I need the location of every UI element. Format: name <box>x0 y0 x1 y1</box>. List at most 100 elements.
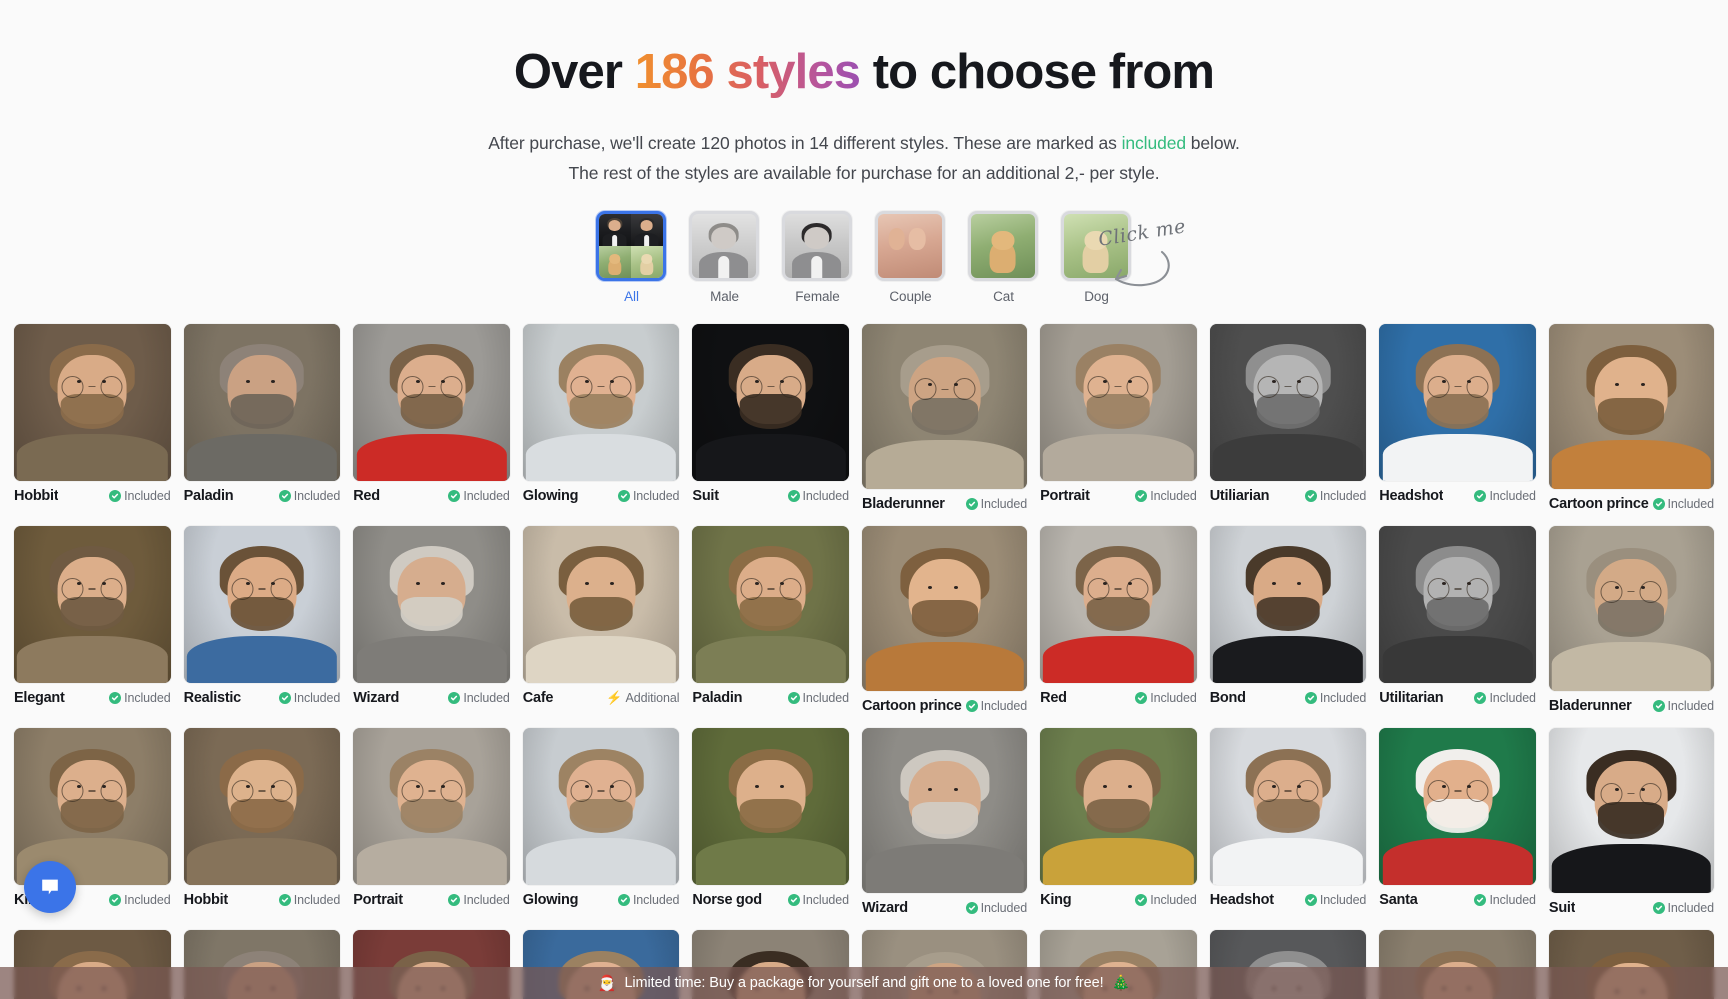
style-card-meta: Suit Included <box>1549 900 1714 916</box>
style-card[interactable]: Paladin Included <box>183 324 341 512</box>
included-badge: Included <box>448 690 510 705</box>
style-card[interactable]: Elegant Included <box>14 526 171 714</box>
style-card[interactable]: Utiliarian Included <box>1209 324 1366 512</box>
style-card[interactable]: Paladin Included <box>692 526 849 714</box>
lightning-bolt-icon: ⚡ <box>606 690 623 706</box>
style-card[interactable]: Red Included <box>353 324 510 512</box>
included-badge: Included <box>787 691 849 705</box>
check-circle-icon <box>109 691 122 704</box>
style-card-name: Glowing <box>522 891 579 908</box>
style-card-name: Bladerunner <box>1548 698 1632 715</box>
style-card-meta: Suit Included <box>692 488 849 504</box>
style-card-meta: Paladin Included <box>692 690 849 706</box>
style-card-meta: Cafe ⚡ Additional <box>523 690 680 706</box>
style-card-name: Suit <box>692 487 719 504</box>
style-card[interactable]: Red Included <box>1040 526 1197 714</box>
style-card-name: Wizard <box>353 689 400 706</box>
style-preview-image <box>1548 324 1714 490</box>
style-card[interactable]: Cartoon prince Included <box>862 526 1027 714</box>
subtitle-line-1-a: After purchase, we'll create 120 photos … <box>488 132 1122 153</box>
style-card-name: Wizard <box>862 900 908 917</box>
included-badge: Included <box>1474 488 1536 503</box>
check-circle-icon <box>1304 893 1317 906</box>
included-badge: Included <box>1652 901 1714 915</box>
check-circle-icon <box>965 498 978 511</box>
included-badge: Included <box>448 892 510 907</box>
style-card-name: Suit <box>1548 900 1576 917</box>
style-card-name: Cartoon prince <box>1548 496 1649 513</box>
style-card-meta: Hobbit Included <box>14 488 171 504</box>
included-badge-label: Included <box>463 892 510 907</box>
filter-tab-thumbnail <box>1060 211 1131 281</box>
included-badge-label: Included <box>463 690 510 705</box>
style-card[interactable]: Portrait Included <box>353 728 510 916</box>
style-card[interactable]: Santa Included <box>1379 728 1536 916</box>
check-circle-icon <box>1135 691 1148 704</box>
style-preview-image <box>14 526 171 683</box>
style-card-meta: Cartoon prince Included <box>862 698 1027 714</box>
style-preview-image <box>183 324 341 481</box>
style-card[interactable]: Cartoon prince Included <box>1548 324 1715 513</box>
included-badge-label: Included <box>1489 488 1536 503</box>
check-circle-icon <box>787 489 800 502</box>
style-card[interactable]: Utilitarian Included <box>1379 526 1536 714</box>
filter-tab-label: Cat <box>993 289 1014 304</box>
style-card[interactable]: King Included <box>1040 728 1197 916</box>
style-preview-image <box>862 324 1028 490</box>
style-preview-image <box>522 526 680 683</box>
included-badge: Included <box>617 488 680 503</box>
style-card[interactable]: Realistic Included <box>183 526 340 714</box>
filter-tab-cat[interactable]: Cat <box>967 211 1040 304</box>
check-circle-icon <box>448 893 461 906</box>
included-badge-label: Included <box>293 488 341 503</box>
check-circle-icon <box>448 489 461 502</box>
included-badge-label: Included <box>632 488 680 503</box>
included-badge-label: Included <box>1667 699 1715 714</box>
style-card[interactable]: Portrait Included <box>1040 324 1197 512</box>
style-card[interactable]: Norse god Included <box>692 728 849 916</box>
check-circle-icon <box>1135 489 1148 502</box>
promo-banner[interactable]: 🎅 Limited time: Buy a package for yourse… <box>0 967 1728 999</box>
style-card[interactable]: Glowing Included <box>522 728 680 916</box>
style-card[interactable]: Glowing Included <box>522 324 680 512</box>
filter-tab-dog[interactable]: Dog <box>1060 211 1133 304</box>
style-card[interactable]: Cafe ⚡ Additional <box>522 526 680 714</box>
included-badge-label: Included <box>1150 892 1197 907</box>
filter-tab-label: Female <box>795 289 840 304</box>
style-card[interactable]: Hobbit Included <box>183 728 341 916</box>
style-card-meta: Elegant Included <box>14 690 171 706</box>
style-card[interactable]: Wizard Included <box>862 728 1027 916</box>
included-badge: Included <box>1304 893 1366 907</box>
style-card-meta: Hobbit Included <box>184 892 341 908</box>
filter-tab-male[interactable]: Male <box>688 211 761 304</box>
style-card-name: Portrait <box>353 891 403 908</box>
style-card[interactable]: Suit Included <box>692 324 849 512</box>
filter-tab-all[interactable]: All <box>595 211 668 304</box>
check-circle-icon <box>278 691 291 704</box>
page-header: Over 186 styles to choose from After pur… <box>0 0 1728 188</box>
style-card[interactable]: Headshot Included <box>1209 728 1367 916</box>
included-badge-label: Included <box>1489 690 1536 705</box>
included-badge: Included <box>787 489 849 503</box>
style-card[interactable]: Wizard Included <box>353 526 510 714</box>
included-badge-label: Included <box>293 892 341 907</box>
filter-tab-female[interactable]: Female <box>781 211 854 304</box>
style-card[interactable]: Suit Included <box>1548 728 1714 916</box>
style-preview-image <box>1379 526 1536 683</box>
style-card[interactable]: Bond Included <box>1209 526 1366 714</box>
chat-widget-button[interactable] <box>24 861 76 913</box>
style-card[interactable]: Bladerunner Included <box>1548 526 1715 715</box>
style-preview-image <box>1209 728 1367 885</box>
style-card[interactable]: Headshot Included <box>1379 324 1536 512</box>
style-card[interactable]: Hobbit Included <box>14 324 171 512</box>
style-card[interactable]: Bladerunner Included <box>862 324 1027 512</box>
check-circle-icon <box>1652 902 1665 915</box>
filter-tab-thumbnail <box>781 211 852 281</box>
filter-tab-thumbnail <box>967 211 1038 281</box>
included-badge-label: Included <box>1667 497 1715 512</box>
check-circle-icon <box>109 489 122 502</box>
filter-tab-couple[interactable]: Couple <box>874 211 947 304</box>
style-card-name: Realistic <box>183 689 241 706</box>
additional-badge-label: Additional <box>625 690 680 705</box>
style-card-name: Red <box>353 487 380 504</box>
